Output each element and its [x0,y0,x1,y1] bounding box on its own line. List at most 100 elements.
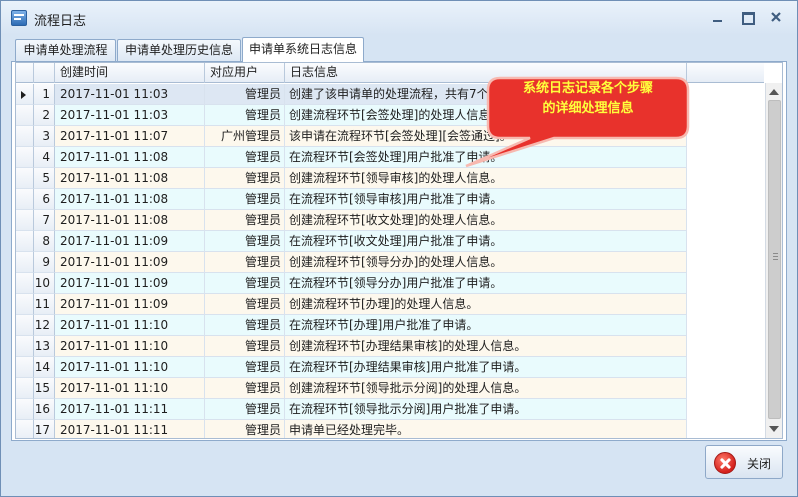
table-row[interactable]: 9 2017-11-01 11:09 管理员 创建流程环节[领导分办]的处理人信息。 [16,252,764,273]
user-cell[interactable]: 管理员 [205,147,285,168]
row-indicator-cell[interactable] [16,168,34,189]
user-cell[interactable]: 管理员 [205,273,285,294]
row-indicator-cell[interactable] [16,357,34,378]
column-header-time[interactable]: 创建时间 [55,63,205,83]
annotation-callout: 系统日志记录各个步骤 的详细处理信息 [465,70,690,168]
time-cell[interactable]: 2017-11-01 11:11 [55,399,205,420]
row-indicator-cell[interactable] [16,231,34,252]
user-cell[interactable]: 管理员 [205,357,285,378]
log-info-cell[interactable]: 在流程环节[领导分办]用户批准了申请。 [285,273,687,294]
time-cell[interactable]: 2017-11-01 11:08 [55,210,205,231]
time-cell[interactable]: 2017-11-01 11:09 [55,273,205,294]
user-cell[interactable]: 管理员 [205,231,285,252]
log-info-cell[interactable]: 在流程环节[领导审核]用户批准了申请。 [285,189,687,210]
tab-process-flow[interactable]: 申请单处理流程 [15,39,116,61]
row-indicator-cell[interactable] [16,126,34,147]
row-indicator-cell[interactable] [16,315,34,336]
table-row[interactable]: 17 2017-11-01 11:11 管理员 申请单已经处理完毕。 [16,420,764,438]
title-bar: 流程日志 [1,1,797,35]
log-info-cell[interactable]: 申请单已经处理完毕。 [285,420,687,438]
row-indicator-cell[interactable] [16,294,34,315]
user-cell[interactable]: 管理员 [205,315,285,336]
user-cell[interactable]: 管理员 [205,378,285,399]
scroll-up-arrow-icon[interactable] [769,89,779,95]
column-header-user[interactable]: 对应用户 [205,63,285,83]
table-row[interactable]: 7 2017-11-01 11:08 管理员 创建流程环节[收文处理]的处理人信息。 [16,210,764,231]
row-number-cell: 3 [34,126,55,147]
close-circle-icon [714,452,736,474]
time-cell[interactable]: 2017-11-01 11:10 [55,357,205,378]
table-row[interactable]: 11 2017-11-01 11:09 管理员 创建流程环节[办理]的处理人信息。 [16,294,764,315]
table-row[interactable]: 10 2017-11-01 11:09 管理员 在流程环节[领导分办]用户批准了申请。 [16,273,764,294]
time-cell[interactable]: 2017-11-01 11:09 [55,252,205,273]
log-info-cell[interactable]: 在流程环节[收文处理]用户批准了申请。 [285,231,687,252]
log-info-cell[interactable]: 在流程环节[办理]用户批准了申请。 [285,315,687,336]
row-number-cell: 6 [34,189,55,210]
tab-process-history[interactable]: 申请单处理历史信息 [117,39,241,61]
row-number-cell: 5 [34,168,55,189]
table-row[interactable]: 6 2017-11-01 11:08 管理员 在流程环节[领导审核]用户批准了申请。 [16,189,764,210]
flow-log-window: 流程日志 申请单处理流程 申请单处理历史信息 申请单系统日志信息 创建时间 对应… [0,0,798,497]
row-number-cell: 4 [34,147,55,168]
minimize-button[interactable] [709,9,727,25]
window-close-button[interactable] [767,9,785,25]
user-cell[interactable]: 管理员 [205,252,285,273]
user-cell[interactable]: 管理员 [205,210,285,231]
row-indicator-cell[interactable] [16,147,34,168]
time-cell[interactable]: 2017-11-01 11:09 [55,231,205,252]
table-row[interactable]: 8 2017-11-01 11:09 管理员 在流程环节[收文处理]用户批准了申请。 [16,231,764,252]
time-cell[interactable]: 2017-11-01 11:11 [55,420,205,438]
time-cell[interactable]: 2017-11-01 11:07 [55,126,205,147]
row-indicator-cell[interactable] [16,252,34,273]
log-info-cell[interactable]: 在流程环节[办理结果审核]用户批准了申请。 [285,357,687,378]
log-info-cell[interactable]: 创建流程环节[领导批示分阅]的处理人信息。 [285,378,687,399]
user-cell[interactable]: 管理员 [205,189,285,210]
time-cell[interactable]: 2017-11-01 11:03 [55,84,205,105]
table-row[interactable]: 16 2017-11-01 11:11 管理员 在流程环节[领导批示分阅]用户批准了申… [16,399,764,420]
time-cell[interactable]: 2017-11-01 11:09 [55,294,205,315]
close-button[interactable]: 关闭 [705,445,783,479]
user-cell[interactable]: 管理员 [205,336,285,357]
time-cell[interactable]: 2017-11-01 11:10 [55,315,205,336]
log-info-cell[interactable]: 创建流程环节[办理结果审核]的处理人信息。 [285,336,687,357]
row-indicator-cell[interactable] [16,189,34,210]
row-indicator-cell[interactable] [16,399,34,420]
row-indicator-cell[interactable] [16,273,34,294]
table-row[interactable]: 13 2017-11-01 11:10 管理员 创建流程环节[办理结果审核]的处理人信… [16,336,764,357]
row-indicator-cell[interactable] [16,84,34,105]
user-cell[interactable]: 管理员 [205,420,285,438]
time-cell[interactable]: 2017-11-01 11:08 [55,168,205,189]
user-cell[interactable]: 管理员 [205,105,285,126]
scroll-down-arrow-icon[interactable] [769,426,779,432]
log-info-cell[interactable]: 创建流程环节[收文处理]的处理人信息。 [285,210,687,231]
scrollbar-thumb[interactable] [768,100,781,419]
table-row[interactable]: 12 2017-11-01 11:10 管理员 在流程环节[办理]用户批准了申请。 [16,315,764,336]
header-indicator-cell [16,63,34,83]
user-cell[interactable]: 管理员 [205,399,285,420]
row-number-cell: 13 [34,336,55,357]
row-indicator-cell[interactable] [16,420,34,438]
time-cell[interactable]: 2017-11-01 11:03 [55,105,205,126]
table-row[interactable]: 15 2017-11-01 11:10 管理员 创建流程环节[领导批示分阅]的处理人信… [16,378,764,399]
grip-icon [773,253,778,260]
log-info-cell[interactable]: 在流程环节[领导批示分阅]用户批准了申请。 [285,399,687,420]
user-cell[interactable]: 管理员 [205,168,285,189]
time-cell[interactable]: 2017-11-01 11:08 [55,147,205,168]
maximize-button[interactable] [738,9,756,25]
row-indicator-cell[interactable] [16,336,34,357]
table-row[interactable]: 14 2017-11-01 11:10 管理员 在流程环节[办理结果审核]用户批准了申… [16,357,764,378]
tab-system-log[interactable]: 申请单系统日志信息 [242,37,364,62]
row-indicator-cell[interactable] [16,105,34,126]
user-cell[interactable]: 管理员 [205,294,285,315]
user-cell[interactable]: 广州管理员 [205,126,285,147]
log-info-cell[interactable]: 创建流程环节[办理]的处理人信息。 [285,294,687,315]
log-info-cell[interactable]: 创建流程环节[领导分办]的处理人信息。 [285,252,687,273]
callout-line-2: 的详细处理信息 [542,101,634,116]
time-cell[interactable]: 2017-11-01 11:08 [55,189,205,210]
row-indicator-cell[interactable] [16,210,34,231]
user-cell[interactable]: 管理员 [205,84,285,105]
row-indicator-cell[interactable] [16,378,34,399]
time-cell[interactable]: 2017-11-01 11:10 [55,378,205,399]
vertical-scrollbar[interactable] [765,83,782,438]
time-cell[interactable]: 2017-11-01 11:10 [55,336,205,357]
